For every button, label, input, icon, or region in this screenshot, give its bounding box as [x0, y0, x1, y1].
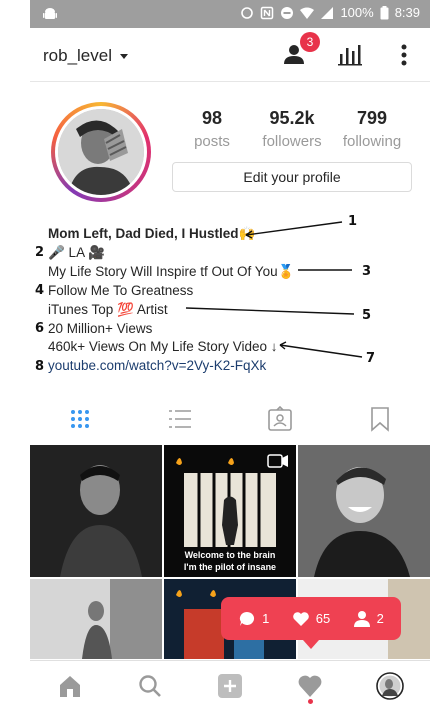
- grid-post[interactable]: [298, 445, 430, 577]
- likes-count: 65: [315, 611, 331, 626]
- post-caption-overlay: Welcome to the brain: [184, 550, 276, 560]
- grid-post[interactable]: [30, 579, 162, 659]
- annotation-number: 5: [362, 308, 372, 323]
- annotation-number: 2: [35, 245, 45, 260]
- comment-bubble-icon: [240, 611, 255, 626]
- follows-count: 2: [376, 611, 384, 626]
- list-view-icon[interactable]: [167, 406, 193, 432]
- annotation-number: 1: [348, 214, 358, 229]
- annotation-number: 6: [35, 321, 45, 336]
- heart-icon: [292, 611, 309, 626]
- grid-post[interactable]: Welcome to the brain I'm the pilot of in…: [164, 445, 296, 577]
- annotation-number: 3: [362, 264, 372, 279]
- annotation-number: 4: [35, 283, 45, 298]
- popup-pointer: [303, 640, 319, 649]
- grid-post[interactable]: [30, 445, 162, 577]
- person-icon: [353, 610, 370, 627]
- tagged-photos-icon[interactable]: [267, 406, 293, 432]
- activity-heart-icon[interactable]: [297, 673, 323, 699]
- post-photo: [298, 445, 430, 577]
- grid-view-icon[interactable]: [67, 406, 93, 432]
- search-icon[interactable]: [137, 673, 163, 699]
- annotation-number: 8: [35, 359, 45, 374]
- saved-posts-icon[interactable]: [367, 406, 393, 432]
- new-post-icon[interactable]: [217, 673, 243, 699]
- bottom-navigation: [30, 660, 430, 712]
- home-icon[interactable]: [57, 673, 83, 699]
- comments-count: 1: [262, 611, 270, 626]
- post-photo: [30, 579, 162, 659]
- activity-indicator-dot: [308, 699, 313, 704]
- follows-count-item: 2: [353, 610, 384, 628]
- comments-count-item: 1: [238, 610, 269, 628]
- annotation-number: 7: [366, 351, 376, 366]
- profile-avatar-icon[interactable]: [376, 672, 404, 700]
- profile-view-tabs: [30, 398, 430, 440]
- post-photo: [30, 445, 162, 577]
- likes-count-item: 65: [292, 611, 330, 627]
- annotation-arrows: [185, 221, 363, 358]
- activity-popup[interactable]: 1 65 2: [221, 597, 401, 640]
- post-caption-overlay: I'm the pilot of insane: [183, 562, 277, 572]
